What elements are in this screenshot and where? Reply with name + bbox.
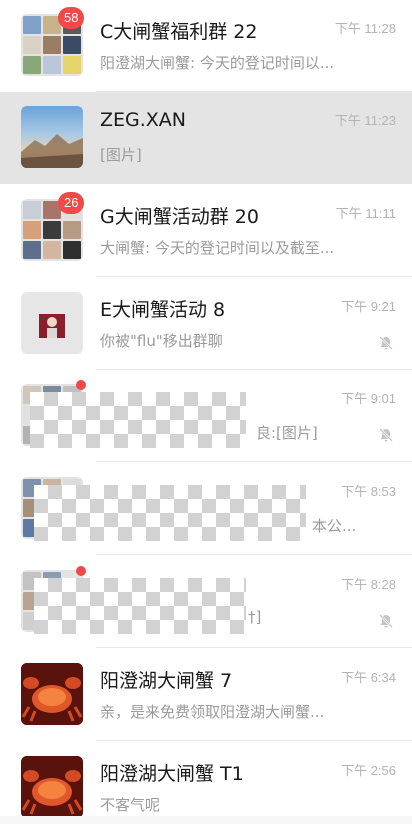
chat-time: 下午 6:34 [341, 670, 396, 685]
chat-title: 阳澄湖大闸蟹 7 [100, 670, 233, 692]
crab-photo-icon [21, 756, 83, 818]
chat-preview: 良:[图片] [256, 424, 318, 442]
unread-badge: 26 [58, 192, 85, 214]
crab-photo-icon [21, 663, 83, 725]
redaction-mosaic [34, 485, 306, 541]
chat-row[interactable]: 58 C大闸蟹福利群 22 阳澄湖大闸蟹: 今天的登记时间以... 下午 11:… [0, 0, 412, 92]
group-avatar [21, 292, 83, 354]
chat-row[interactable]: †] 下午 8:28 [0, 556, 412, 648]
chat-time: 下午 8:28 [341, 577, 396, 592]
redaction-mosaic [30, 392, 246, 448]
redaction-mosaic [34, 578, 246, 634]
tab-bar-edge [0, 816, 412, 824]
chat-row[interactable]: 本公... 下午 8:53 [0, 463, 412, 555]
chat-preview: 阳澄湖大闸蟹: 今天的登记时间以... [100, 54, 335, 72]
row-divider [96, 647, 412, 648]
bell-slash-icon [379, 614, 393, 628]
row-divider [96, 461, 412, 462]
chat-row-selected[interactable]: ZEG.XAN [图片] 下午 11:23 [0, 92, 412, 184]
chat-time: 下午 8:53 [341, 484, 396, 499]
chat-time: 下午 11:28 [334, 21, 396, 36]
chat-title: G大闸蟹活动群 20 [100, 206, 259, 228]
chat-preview: 不客气呢 [100, 796, 161, 814]
unread-dot [76, 566, 86, 576]
chat-preview: †] [248, 608, 262, 626]
row-divider [96, 554, 412, 555]
chat-row[interactable]: E大闸蟹活动 8 你被"flu"移出群聊 下午 9:21 [0, 278, 412, 370]
crab-avatar [21, 756, 83, 818]
chat-title: E大闸蟹活动 8 [100, 299, 226, 321]
chat-preview: 大闸蟹: 今天的登记时间以及截至... [100, 239, 335, 257]
bell-slash-icon [379, 428, 393, 442]
chat-preview: [图片] [100, 146, 142, 164]
row-divider [96, 276, 412, 277]
row-divider [96, 740, 412, 741]
landscape-photo-icon [21, 134, 83, 168]
chat-time: 下午 11:11 [335, 206, 396, 221]
unread-badge: 58 [58, 7, 85, 29]
chat-row[interactable]: 良:[图片] 下午 9:01 [0, 370, 412, 462]
unread-dot [76, 380, 86, 390]
chat-time: 下午 9:01 [341, 391, 396, 406]
chat-row[interactable]: 阳澄湖大闸蟹 7 亲，是来免费领取阳澄湖大闸蟹... 下午 6:34 [0, 649, 412, 741]
chat-time: 下午 2:56 [341, 763, 396, 778]
contact-avatar [21, 106, 83, 168]
chat-preview: 本公... [312, 517, 357, 535]
bell-slash-icon [379, 336, 393, 350]
chat-title: 阳澄湖大闸蟹 T1 [100, 763, 244, 785]
chat-time: 下午 11:23 [334, 113, 396, 128]
crab-avatar [21, 663, 83, 725]
chat-time: 下午 9:21 [341, 299, 396, 314]
group-photo-icon [39, 314, 65, 338]
chat-row[interactable]: 26 G大闸蟹活动群 20 大闸蟹: 今天的登记时间以及截至... 下午 11:… [0, 185, 412, 277]
chat-title: ZEG.XAN [100, 109, 187, 131]
chat-preview: 亲，是来免费领取阳澄湖大闸蟹... [100, 703, 325, 721]
chat-preview: 你被"flu"移出群聊 [100, 332, 223, 350]
chat-title: C大闸蟹福利群 22 [100, 21, 258, 43]
